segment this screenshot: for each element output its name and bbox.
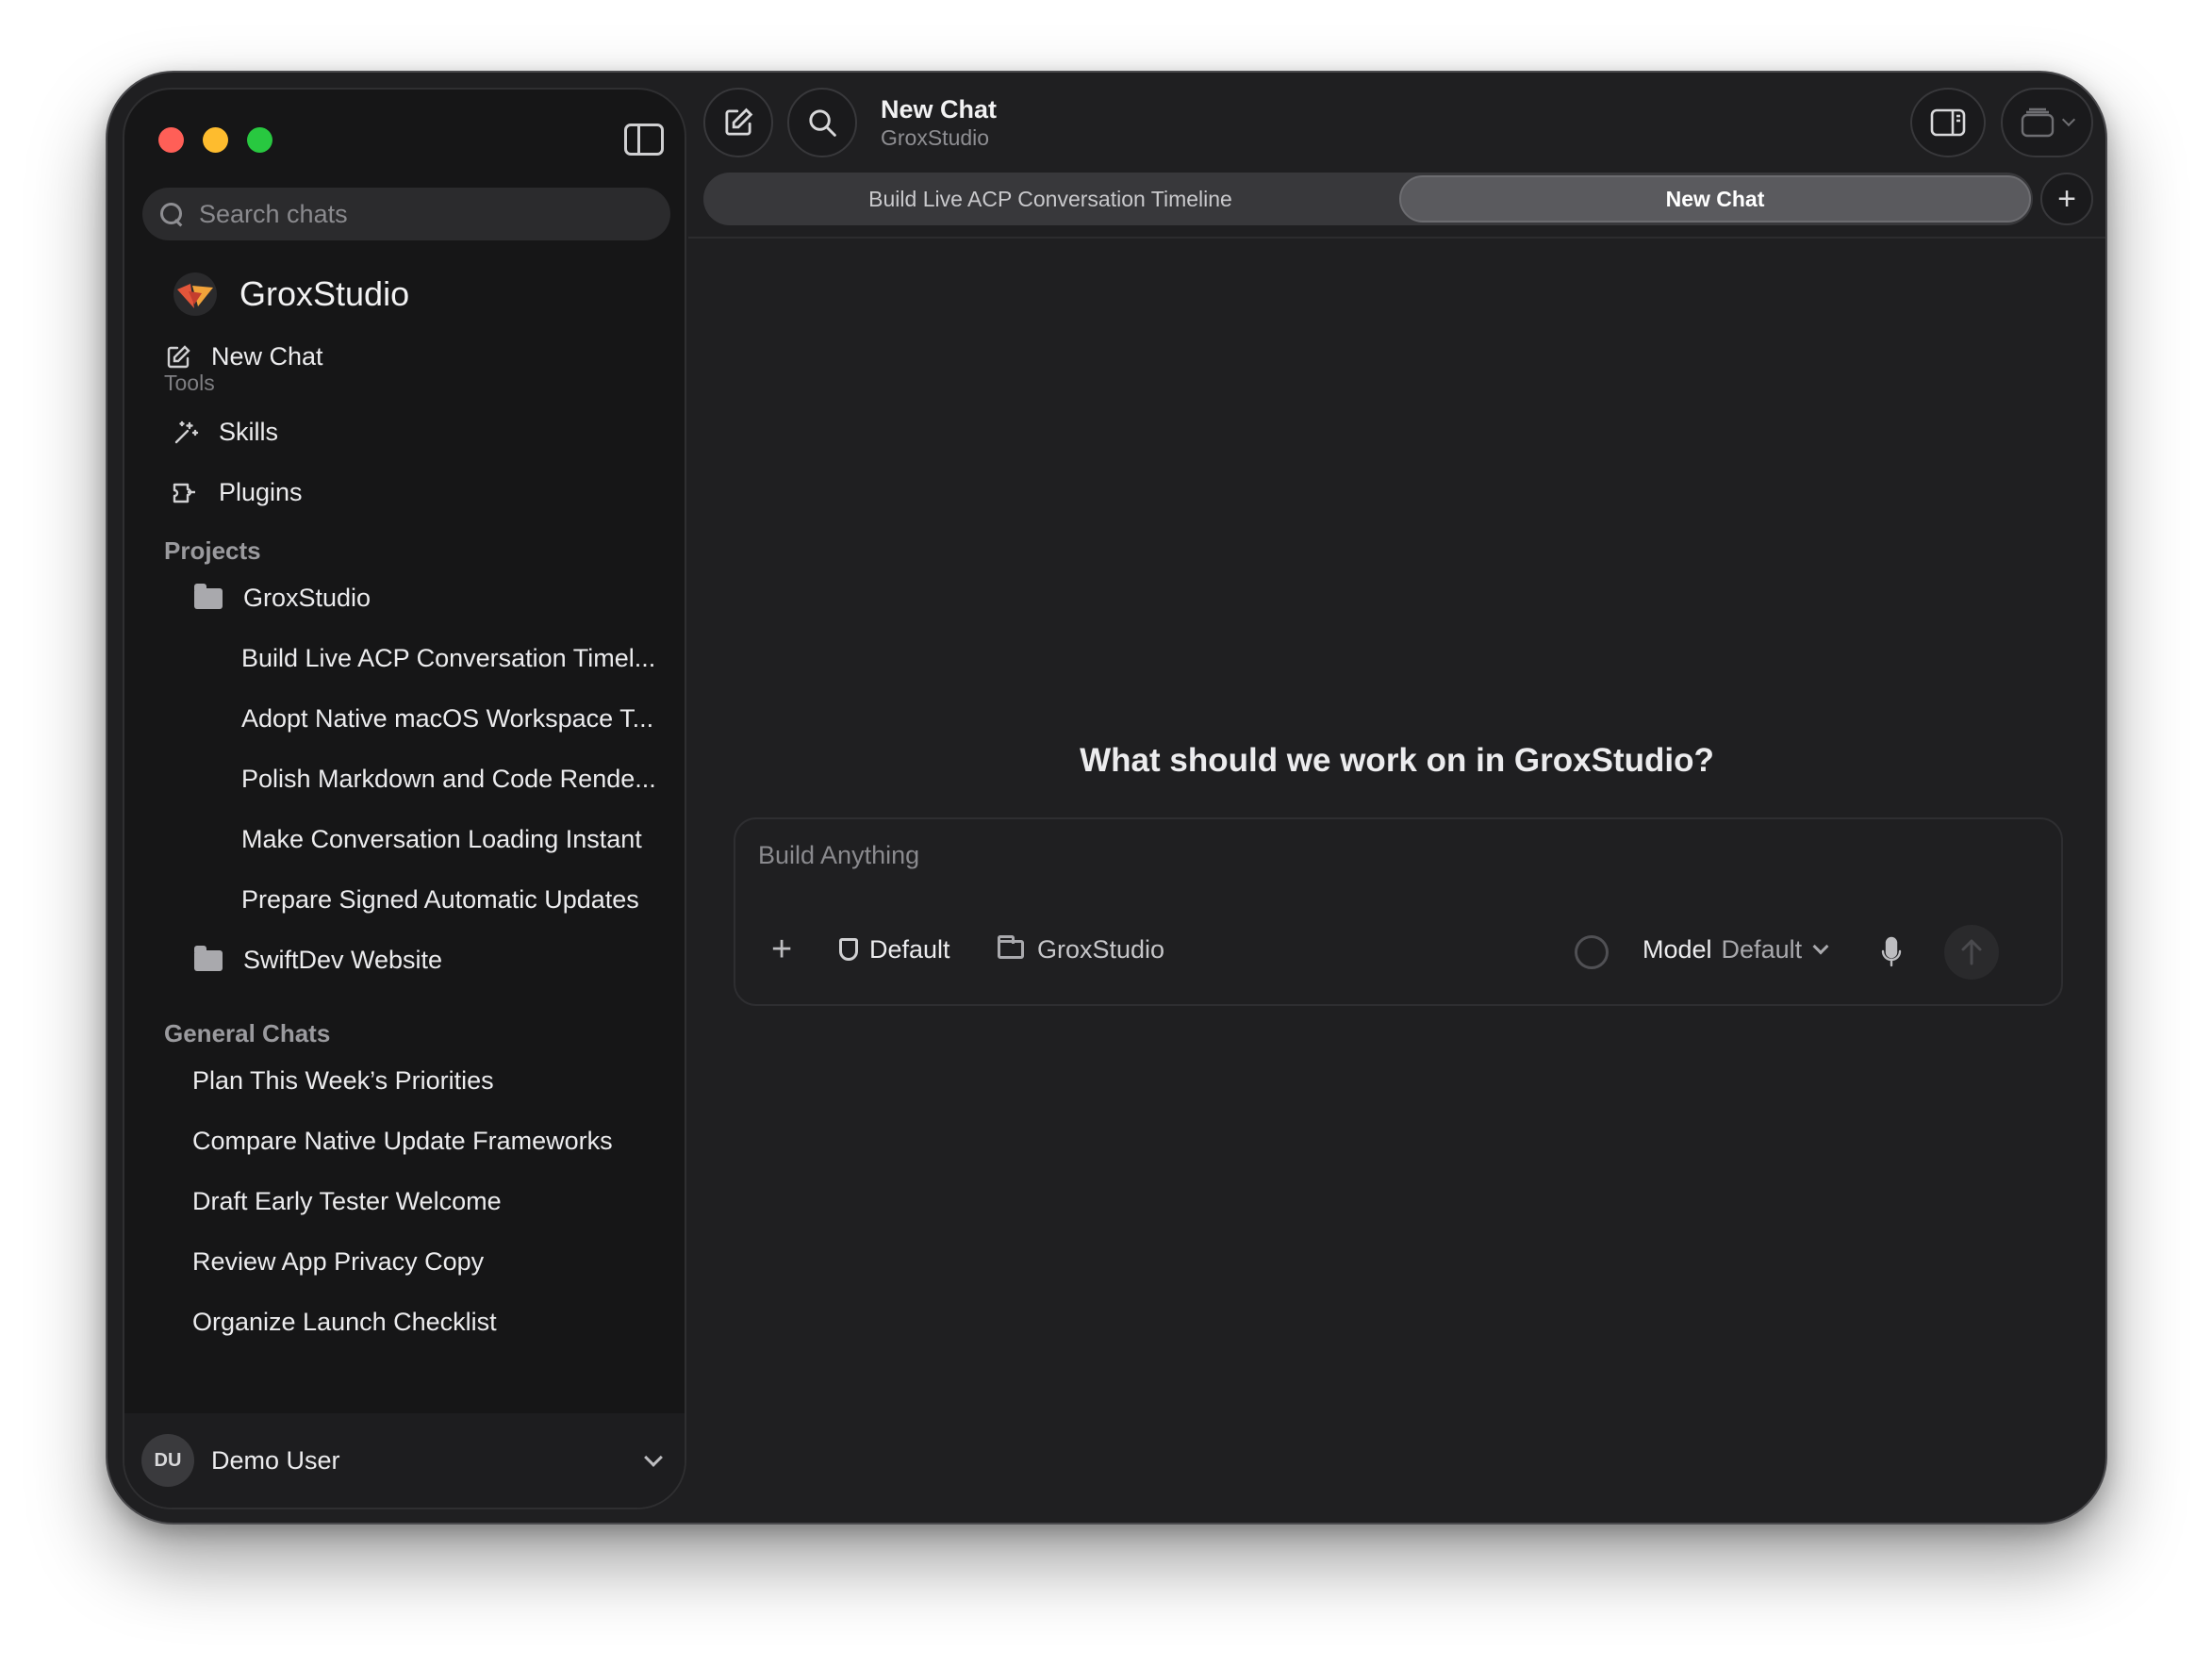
- chat-list-item[interactable]: Prepare Signed Automatic Updates: [241, 885, 639, 915]
- folder-icon: [998, 935, 1024, 959]
- microphone-icon[interactable]: [1880, 934, 1903, 972]
- wand-icon: [172, 419, 200, 447]
- chat-list-item[interactable]: Compare Native Update Frameworks: [192, 1127, 613, 1156]
- page-title: New Chat: [881, 95, 998, 124]
- model-label: Model: [1642, 934, 1712, 964]
- tab-build-live-acp[interactable]: Build Live ACP Conversation Timeline: [703, 173, 1397, 225]
- chat-list-item[interactable]: Review App Privacy Copy: [192, 1247, 484, 1277]
- sidebar-item-plugins[interactable]: Plugins: [172, 478, 303, 507]
- chevron-down-icon: [644, 1448, 663, 1467]
- compose-icon: [725, 107, 753, 136]
- arrow-up-icon: [1961, 939, 1982, 965]
- search-button[interactable]: [787, 88, 857, 157]
- new-chat-button[interactable]: [703, 88, 773, 157]
- tools-section-label: Tools: [164, 371, 215, 395]
- sidebar-item-label: Plugins: [219, 478, 303, 506]
- project-name: SwiftDev Website: [243, 946, 443, 974]
- sidebar-item-label: Skills: [219, 418, 279, 446]
- folder-icon: [194, 583, 223, 609]
- groxstudio-logo-icon: [172, 271, 219, 318]
- search-icon: [159, 202, 184, 226]
- send-button[interactable]: [1944, 925, 1999, 980]
- chat-list-item[interactable]: Build Live ACP Conversation Timel...: [241, 644, 655, 673]
- stacked-windows-icon: [2021, 107, 2055, 138]
- chat-list-item[interactable]: Plan This Week’s Priorities: [192, 1066, 494, 1096]
- window-layout-menu-button[interactable]: [2001, 88, 2093, 157]
- window-controls: [158, 127, 272, 153]
- avatar: DU: [141, 1434, 194, 1487]
- plus-icon: +: [771, 929, 793, 969]
- new-chat-label: New Chat: [211, 342, 323, 371]
- empty-state-heading: What should we work on in GroxStudio?: [1080, 742, 1714, 779]
- search-input[interactable]: [197, 198, 650, 230]
- search-bar[interactable]: [142, 188, 670, 240]
- page-subtitle: GroxStudio: [881, 125, 990, 150]
- projects-section-label: Projects: [164, 536, 261, 565]
- chat-list-item[interactable]: Draft Early Tester Welcome: [192, 1187, 502, 1216]
- model-selector[interactable]: Model Default: [1642, 931, 1829, 968]
- user-name: Demo User: [211, 1445, 340, 1475]
- folder-icon: [194, 945, 223, 971]
- plus-icon: +: [2057, 180, 2076, 217]
- inspector-toggle-button[interactable]: [1910, 88, 1986, 157]
- message-input[interactable]: [756, 840, 1605, 871]
- new-chat-link[interactable]: New Chat: [164, 342, 323, 371]
- sidebar-item-skills[interactable]: Skills: [172, 418, 278, 447]
- right-sidebar-icon: [1930, 108, 1966, 137]
- permission-mode-button[interactable]: Default: [839, 931, 950, 968]
- header-divider: [688, 237, 2105, 239]
- add-tab-button[interactable]: +: [2040, 173, 2093, 225]
- project-selector-button[interactable]: GroxStudio: [998, 931, 1164, 968]
- zoom-window-button[interactable]: [247, 127, 272, 153]
- tab-new-chat[interactable]: New Chat: [1399, 175, 2031, 223]
- project-groxstudio[interactable]: GroxStudio: [194, 583, 371, 613]
- project-name: GroxStudio: [243, 584, 371, 612]
- chevron-down-icon: [2061, 112, 2076, 127]
- model-value: Default: [1721, 934, 1803, 964]
- attach-button[interactable]: +: [771, 929, 793, 969]
- permission-mode-label: Default: [869, 934, 950, 964]
- sidebar-toggle-icon[interactable]: [624, 124, 664, 156]
- project-selector-label: GroxStudio: [1037, 934, 1165, 964]
- workspace-title: GroxStudio: [239, 274, 410, 313]
- project-swiftdev-website[interactable]: SwiftDev Website: [194, 945, 443, 975]
- sidebar: GroxStudio New Chat Tools Skill: [123, 88, 686, 1509]
- chat-list-item[interactable]: Make Conversation Loading Instant: [241, 825, 642, 854]
- minimize-window-button[interactable]: [203, 127, 228, 153]
- chat-list-item[interactable]: Polish Markdown and Code Rende...: [241, 765, 656, 794]
- compose-icon: [164, 343, 192, 371]
- app-window: GroxStudio New Chat Tools Skill: [106, 71, 2107, 1525]
- close-window-button[interactable]: [158, 127, 184, 153]
- context-usage-ring-icon: [1575, 935, 1609, 969]
- shield-icon: [839, 938, 858, 961]
- chevron-down-icon: [1812, 938, 1829, 955]
- general-chats-section-label: General Chats: [164, 1019, 331, 1047]
- workspace-brand[interactable]: GroxStudio: [172, 271, 409, 318]
- search-icon: [809, 109, 836, 137]
- plugin-icon: [172, 479, 200, 507]
- tab-bar: Build Live ACP Conversation Timeline New…: [703, 173, 2033, 225]
- chat-list-item[interactable]: Organize Launch Checklist: [192, 1308, 497, 1337]
- user-menu[interactable]: DU Demo User: [124, 1413, 685, 1508]
- chat-list-item[interactable]: Adopt Native macOS Workspace T...: [241, 704, 653, 734]
- message-composer: + Default GroxStudio Model Default: [734, 817, 2063, 1006]
